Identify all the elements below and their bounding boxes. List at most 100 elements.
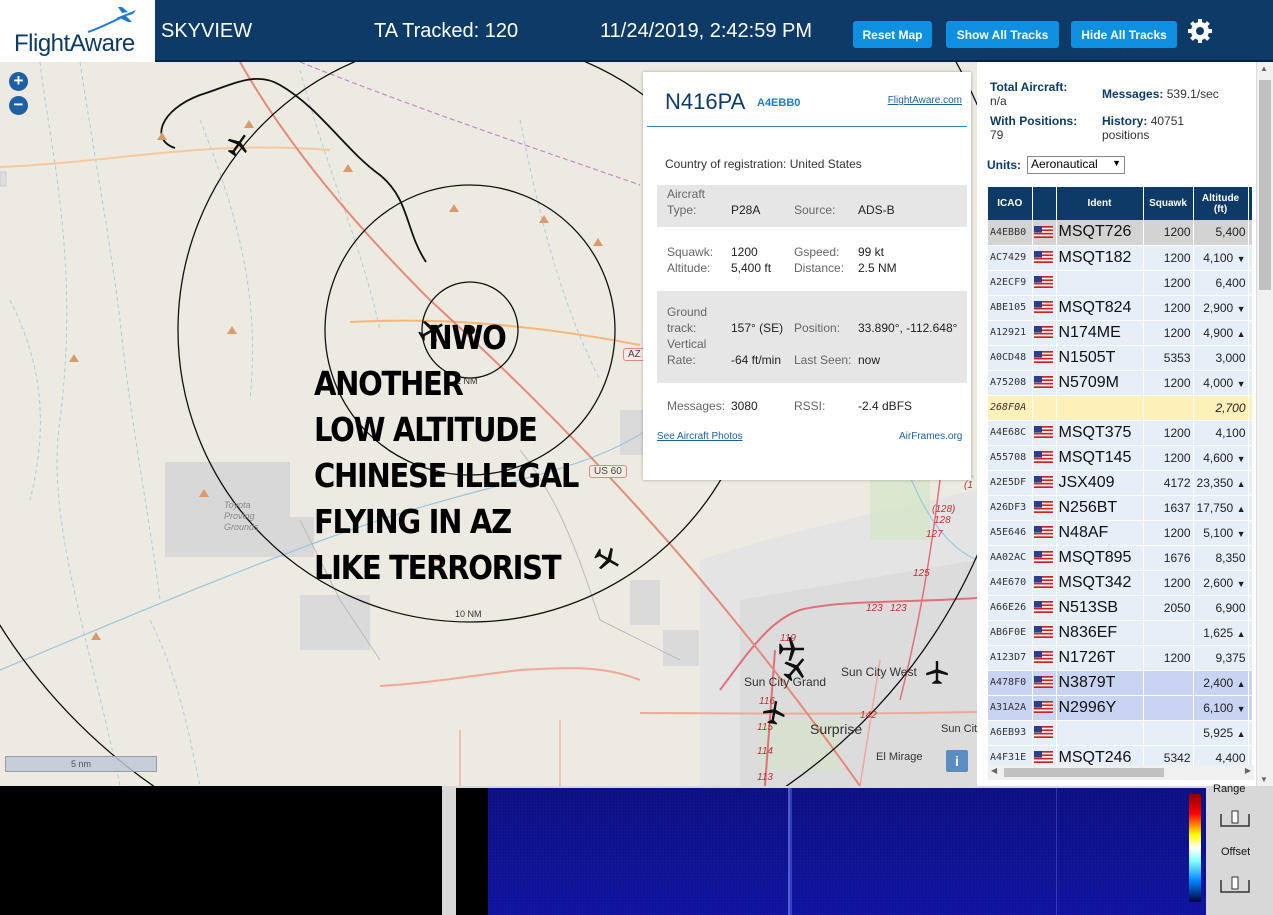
- table-row[interactable]: AB6F0E N836EF 1,625 ▲: [988, 620, 1252, 646]
- table-row[interactable]: A6EB93 5,925 ▲: [988, 720, 1252, 746]
- aircraft-detail-panel: N416PA A4EBB0 FlightAware.com Country of…: [643, 72, 971, 480]
- flightaware-link[interactable]: FlightAware.com: [888, 95, 962, 106]
- table-row[interactable]: 268F0A 2,700: [988, 395, 1252, 421]
- scroll-right-icon[interactable]: ▶: [1245, 766, 1251, 775]
- town-el-mirage: El Mirage: [876, 751, 923, 763]
- row-squawk: 1200: [1143, 645, 1194, 671]
- row-altitude: 6,100 ▼: [1193, 695, 1249, 721]
- col-header-extra: [1248, 187, 1252, 220]
- gear-icon[interactable]: [1185, 16, 1215, 46]
- altitude-value: 2,700: [1215, 400, 1246, 415]
- scrollbar-thumb[interactable]: [1259, 80, 1271, 290]
- row-icao: AC7429: [988, 245, 1033, 271]
- col-header-squawk[interactable]: Squawk: [1143, 187, 1194, 220]
- ring-label-10nm: 10 NM: [455, 609, 482, 619]
- table-row[interactable]: A31A2A N2996Y 6,100 ▼: [988, 695, 1252, 721]
- aircraft-icon[interactable]: [925, 660, 949, 686]
- table-row[interactable]: A55708 MSQT145 1200 4,600 ▼: [988, 445, 1252, 471]
- aircraft-table-wrapper[interactable]: ICAO Ident Squawk Altitude (ft) A4EBB0 MSQ…: [988, 187, 1252, 765]
- label-line: Type:: [667, 203, 697, 217]
- table-row[interactable]: A66E26 N513SB 2050 6,900: [988, 595, 1252, 621]
- hide-all-tracks-button[interactable]: Hide All Tracks: [1071, 21, 1177, 48]
- table-row[interactable]: A478F0 N3879T 2,400 ▲: [988, 670, 1252, 696]
- row-flag: [1032, 595, 1057, 621]
- altitude-value: 5,400 ft: [731, 261, 772, 275]
- us-flag-icon: [1033, 326, 1053, 339]
- table-row[interactable]: A123D7 N1726T 1200 9,375: [988, 645, 1252, 671]
- table-row[interactable]: ABE105 MSQT824 1200 2,900 ▼: [988, 295, 1252, 321]
- scroll-up-icon[interactable]: ▲: [1260, 64, 1268, 73]
- row-ident: MSQT375: [1056, 420, 1144, 446]
- col-header-ident[interactable]: Ident: [1056, 187, 1144, 220]
- col-header-icao[interactable]: ICAO: [988, 187, 1033, 220]
- us-flag-icon: [1033, 726, 1053, 739]
- altitude-trend-icon: ▲: [1236, 628, 1246, 639]
- label-line: Vertical: [667, 337, 707, 351]
- table-row[interactable]: AC7429 MSQT182 1200 4,100 ▼: [988, 245, 1252, 271]
- row-squawk: 1200: [1143, 295, 1194, 321]
- table-row[interactable]: A4F31E MSQT246 5342 4,400: [988, 745, 1252, 765]
- aircraft-icon[interactable]: [594, 546, 620, 572]
- last-seen-label: Last Seen:: [794, 353, 852, 367]
- row-ident: [1056, 395, 1144, 421]
- logo[interactable]: FlightAware: [0, 0, 155, 62]
- row-altitude: 2,600 ▼: [1193, 570, 1249, 596]
- reset-map-button[interactable]: Reset Map: [853, 21, 932, 48]
- table-row[interactable]: A5E646 N48AF 1200 5,100 ▼: [988, 520, 1252, 546]
- row-icao: ABE105: [988, 295, 1033, 321]
- row-altitude: 9,375: [1193, 645, 1249, 671]
- altitude-value: 4,100: [1203, 250, 1234, 265]
- units-select[interactable]: Aeronautical ▼: [1027, 156, 1125, 174]
- row-ident: MSQT182: [1056, 245, 1144, 271]
- table-row[interactable]: A2E5DF JSX409 4172 23,350 ▲: [988, 470, 1252, 496]
- table-horizontal-scrollbar[interactable]: ◀ ▶: [988, 765, 1254, 780]
- aircraft-icon[interactable]: [226, 132, 250, 158]
- airframes-link[interactable]: AirFrames.org: [899, 431, 962, 442]
- row-icao: A4E670: [988, 570, 1033, 596]
- table-row[interactable]: AA02AC MSQT895 1676 8,350: [988, 545, 1252, 571]
- altitude-trend-icon: ▲: [1236, 678, 1246, 689]
- table-row[interactable]: A2ECF9 1200 6,400: [988, 270, 1252, 296]
- messages-stat: Messages: 539.1/sec: [1102, 87, 1219, 101]
- zoom-out-button[interactable]: −: [9, 96, 28, 115]
- row-flag: [1032, 445, 1057, 471]
- detail-icao: A4EBB0: [757, 97, 801, 109]
- row-extra: [1248, 220, 1252, 246]
- table-row[interactable]: A4EBB0 MSQT726 1200 5,400: [988, 220, 1252, 246]
- map-view[interactable]: + − 2 NM 10 NM Toyota Proving Grounds Su…: [0, 62, 977, 786]
- table-row[interactable]: A26DF3 N256BT 1637 17,750 ▲: [988, 495, 1252, 521]
- table-row[interactable]: A4E68C MSQT375 1200 4,100: [988, 420, 1252, 446]
- row-squawk: 5353: [1143, 345, 1194, 371]
- scroll-left-icon[interactable]: ◀: [991, 766, 997, 775]
- row-icao: A4E68C: [988, 420, 1033, 446]
- col-header-altitude[interactable]: Altitude (ft): [1193, 187, 1249, 220]
- range-slider-icon[interactable]: [1219, 808, 1251, 830]
- altitude-value: 4,900: [1203, 325, 1234, 340]
- row-ident: N48AF: [1056, 520, 1144, 546]
- row-squawk: 1200: [1143, 245, 1194, 271]
- see-aircraft-photos-link[interactable]: See Aircraft Photos: [657, 431, 743, 442]
- row-ident: MSQT246: [1056, 745, 1144, 765]
- row-altitude: 6,900: [1193, 595, 1249, 621]
- altitude-value: 4,100: [1215, 425, 1246, 440]
- road-number: 123: [866, 603, 883, 614]
- zoom-in-button[interactable]: +: [9, 72, 28, 91]
- table-row[interactable]: A12921 N174ME 1200 4,900 ▲: [988, 320, 1252, 346]
- row-altitude: 17,750 ▲: [1193, 495, 1249, 521]
- altitude-value: 8,350: [1215, 550, 1246, 565]
- rssi-label: RSSI:: [794, 399, 826, 413]
- offset-slider-icon[interactable]: [1219, 874, 1251, 896]
- table-row[interactable]: A75208 N5709M 1200 4,000 ▼: [988, 370, 1252, 396]
- road-number: 113: [757, 772, 773, 783]
- row-altitude: 5,400: [1193, 220, 1249, 246]
- row-flag: [1032, 395, 1057, 421]
- aircraft-list-scrollbar[interactable]: ▲ ▼: [1256, 62, 1273, 786]
- show-all-tracks-button[interactable]: Show All Tracks: [946, 21, 1059, 48]
- map-info-button[interactable]: i: [946, 750, 968, 772]
- altitude-value: 2,900: [1203, 300, 1234, 315]
- table-row[interactable]: A4E670 MSQT342 1200 2,600 ▼: [988, 570, 1252, 596]
- scroll-down-icon[interactable]: ▼: [1260, 775, 1268, 784]
- scrollbar-thumb[interactable]: [1004, 768, 1164, 777]
- table-row[interactable]: A0CD48 N1505T 5353 3,000: [988, 345, 1252, 371]
- row-extra: [1248, 395, 1252, 421]
